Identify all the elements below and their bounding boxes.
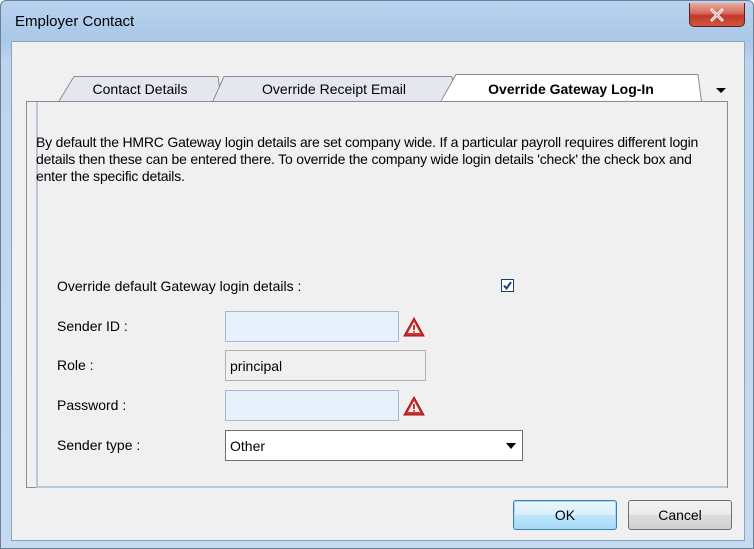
close-button[interactable] bbox=[689, 3, 745, 27]
role-field: principal bbox=[225, 350, 426, 381]
ok-button[interactable]: OK bbox=[513, 500, 617, 530]
sender-type-value: Other bbox=[230, 438, 266, 454]
panel-bottom-border bbox=[36, 486, 727, 488]
sender-type-select[interactable]: Other bbox=[225, 430, 523, 461]
tab-override-gateway-login-label: Override Gateway Log-In bbox=[488, 81, 654, 97]
window-title: Employer Contact bbox=[15, 13, 135, 30]
sender-id-label: Sender ID : bbox=[57, 318, 128, 334]
tab-override-receipt-email-label: Override Receipt Email bbox=[262, 81, 406, 97]
override-label: Override default Gateway login details : bbox=[57, 278, 302, 294]
override-checkbox[interactable] bbox=[501, 279, 514, 292]
password-input[interactable] bbox=[225, 390, 399, 421]
chevron-down-icon bbox=[716, 88, 726, 93]
tab-override-receipt-email[interactable]: Override Receipt Email bbox=[212, 76, 456, 102]
sender-id-input[interactable] bbox=[225, 311, 399, 342]
title-bar[interactable]: Employer Contact bbox=[1, 1, 753, 41]
tab-contact-details[interactable]: Contact Details bbox=[58, 76, 222, 102]
cancel-button[interactable]: Cancel bbox=[628, 500, 732, 530]
tab-overflow-button[interactable] bbox=[712, 82, 730, 98]
dropdown-arrow-icon bbox=[506, 443, 516, 449]
sender-type-label: Sender type : bbox=[57, 437, 141, 453]
tab-panel-gateway-login: By default the HMRC Gateway login detail… bbox=[26, 101, 728, 488]
password-warning-icon bbox=[403, 396, 425, 416]
password-label: Password : bbox=[57, 397, 127, 413]
description-text: By default the HMRC Gateway login detail… bbox=[36, 134, 699, 184]
close-icon bbox=[710, 8, 724, 22]
role-label: Role : bbox=[57, 357, 94, 373]
tab-contact-details-label: Contact Details bbox=[92, 81, 188, 97]
dialog-window: Employer Contact Contact Details Overrid… bbox=[0, 0, 754, 549]
tab-strip: Contact Details Override Receipt Email O… bbox=[12, 42, 744, 102]
tab-override-gateway-login[interactable]: Override Gateway Log-In bbox=[440, 74, 702, 102]
dialog-client-area: Contact Details Override Receipt Email O… bbox=[11, 41, 745, 541]
check-icon bbox=[503, 281, 512, 291]
sender-id-warning-icon bbox=[403, 317, 425, 337]
